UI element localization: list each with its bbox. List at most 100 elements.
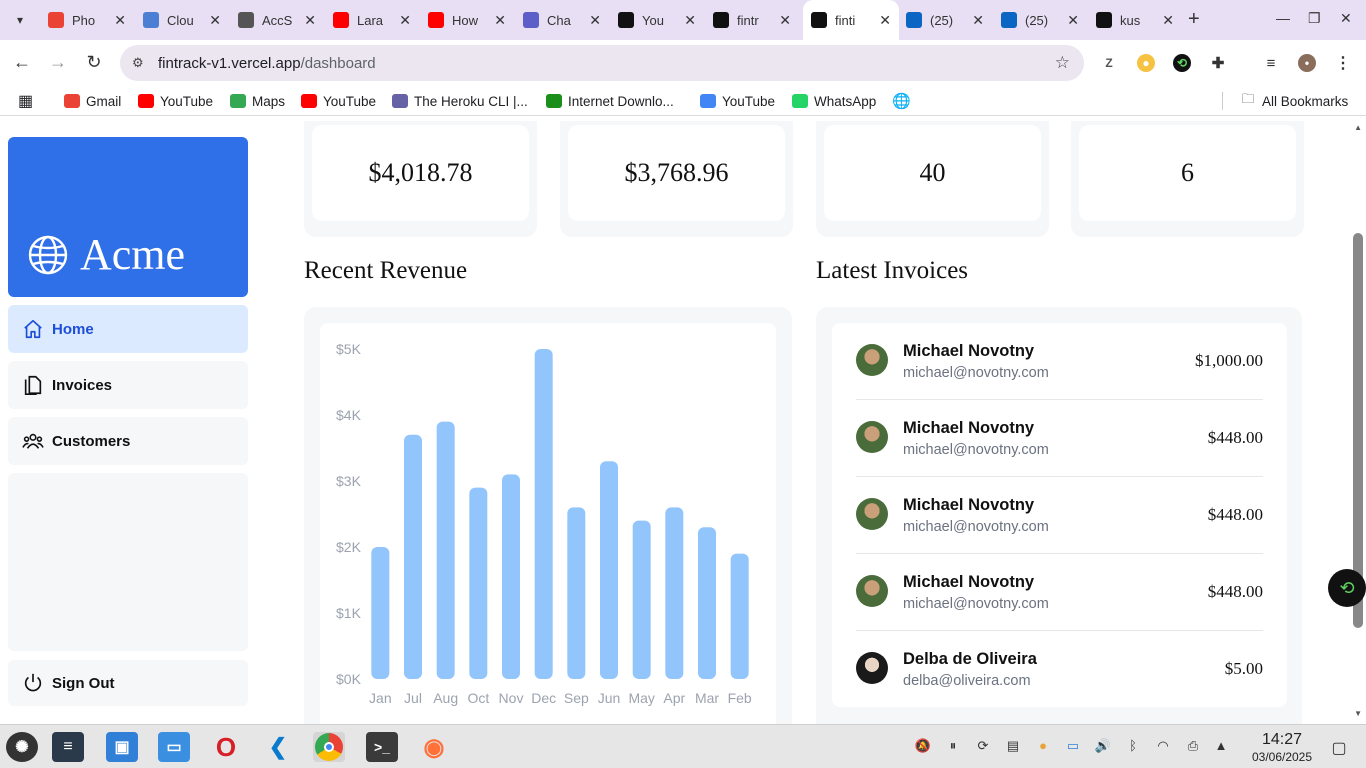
printer-icon[interactable]: ⎙ (1184, 738, 1202, 756)
bookmark-item[interactable]: Gmail (64, 92, 121, 110)
scrollbar-thumb[interactable] (1353, 233, 1363, 628)
browser-tab[interactable]: (25) ✕ (993, 6, 1087, 34)
tab-close-icon[interactable]: ✕ (589, 12, 601, 29)
acme-logo-box[interactable]: Acme (8, 137, 248, 297)
tab-close-icon[interactable]: ✕ (972, 12, 984, 29)
volume-icon[interactable]: 🔊 (1094, 738, 1112, 756)
globe-bookmark-icon[interactable]: 🌐 (892, 92, 911, 110)
x-tick-label: Nov (499, 690, 524, 706)
browser-tab[interactable]: Lara ✕ (325, 6, 419, 34)
maps-icon (230, 94, 246, 108)
address-bar[interactable]: ⚙ fintrack-v1.vercel.app/dashboard ☆ (120, 45, 1084, 81)
profile-avatar[interactable]: • (1298, 54, 1316, 72)
tray-expand-icon[interactable]: ▲ (1212, 738, 1230, 756)
back-arrow-icon[interactable]: ← (11, 52, 33, 73)
minimize-icon[interactable]: — (1276, 10, 1290, 26)
chat-icon[interactable]: ▭ (1064, 738, 1082, 756)
tab-close-icon[interactable]: ✕ (114, 12, 126, 29)
browser-tab[interactable]: How ✕ (420, 6, 514, 34)
bookmark-item[interactable]: Internet Downlo... (546, 92, 674, 110)
apps-grid-icon[interactable]: ▦ (18, 92, 33, 110)
media-control-icon[interactable]: ≡ (1262, 54, 1280, 72)
page-scrollbar[interactable]: ▲ ▼ (1350, 121, 1366, 724)
url-text[interactable]: fintrack-v1.vercel.app/dashboard (158, 55, 376, 72)
tab-close-icon[interactable]: ✕ (779, 12, 791, 29)
brand-name: Acme (80, 230, 186, 279)
sync-icon[interactable]: ⟳ (974, 738, 992, 756)
bookmark-item[interactable]: WhatsApp (792, 92, 876, 110)
tab-close-icon[interactable]: ✕ (494, 12, 506, 29)
sign-out-button[interactable]: Sign Out (8, 660, 248, 706)
browser-tab[interactable]: fintr ✕ (705, 6, 799, 34)
reload-icon[interactable]: ↻ (83, 52, 105, 73)
tab-close-icon[interactable]: ✕ (1162, 12, 1174, 29)
sidebar-item-customers[interactable]: Customers (8, 417, 248, 465)
tab-close-icon[interactable]: ✕ (304, 12, 316, 29)
chrome-icon[interactable] (313, 732, 345, 762)
settings-sliders-icon[interactable]: ≡ (52, 732, 84, 762)
bookmark-divider (1222, 92, 1223, 110)
bookmark-item[interactable]: Maps (230, 92, 285, 110)
floating-extension-link-icon[interactable]: ⟲ (1328, 569, 1366, 607)
avatar (856, 498, 888, 530)
y-tick-label: $3K (336, 473, 362, 489)
bookmark-item[interactable]: YouTube (700, 92, 775, 110)
pause-icon[interactable]: ⏸ (944, 738, 962, 756)
tab-label: (25) (1025, 12, 1049, 28)
update-icon[interactable]: ● (1034, 738, 1052, 756)
show-desktop-icon[interactable]: ▢ (1330, 738, 1348, 757)
revenue-bar (371, 547, 390, 679)
taskbar-clock[interactable]: 14:27 03/06/2025 (1248, 731, 1316, 764)
browser-tab[interactable]: kus ✕ (1088, 6, 1182, 34)
sidebar-item-home[interactable]: Home (8, 305, 248, 353)
browser-tab[interactable]: AccS ✕ (230, 6, 324, 34)
software-store-icon[interactable]: ▣ (106, 732, 138, 762)
bookmark-item[interactable]: The Heroku CLI |... (392, 92, 528, 110)
opera-icon[interactable]: O (210, 732, 242, 762)
extensions-puzzle-icon[interactable]: ✚ (1209, 54, 1227, 72)
scroll-up-arrow-icon[interactable]: ▲ (1354, 123, 1362, 132)
tab-search-chevron-icon[interactable]: ▾ (8, 8, 32, 32)
extension-z-icon[interactable]: Z (1100, 54, 1118, 72)
browser-tab[interactable]: You ✕ (610, 6, 704, 34)
menu-kebab-icon[interactable]: ⋮ (1334, 54, 1352, 72)
browser-tab[interactable]: Pho ✕ (40, 6, 134, 34)
firefox-icon[interactable]: ◉ (418, 732, 450, 762)
browser-tab[interactable]: (25) ✕ (898, 6, 992, 34)
invoice-amount: $448.00 (1207, 428, 1263, 447)
tab-close-icon[interactable]: ✕ (399, 12, 411, 29)
start-menu-icon[interactable]: ✺ (6, 732, 38, 762)
tab-close-icon[interactable]: ✕ (1067, 12, 1079, 29)
youtube-icon (138, 94, 154, 108)
close-window-icon[interactable]: ✕ (1340, 10, 1352, 27)
bookmark-item[interactable]: YouTube (301, 92, 376, 110)
browser-tab[interactable]: Clou ✕ (135, 6, 229, 34)
invoice-customer-name: Michael Novotny (903, 419, 1035, 437)
bookmark-item[interactable]: YouTube (138, 92, 213, 110)
scroll-down-arrow-icon[interactable]: ▼ (1354, 709, 1362, 718)
file-manager-icon[interactable]: ▭ (158, 732, 190, 762)
tab-close-icon[interactable]: ✕ (209, 12, 221, 29)
y-tick-label: $2K (336, 539, 362, 555)
site-info-icon[interactable]: ⚙ (132, 55, 150, 71)
wifi-icon[interactable]: ◠ (1154, 738, 1172, 756)
sidebar-item-invoices[interactable]: Invoices (8, 361, 248, 409)
vscode-icon[interactable]: ❮ (262, 732, 294, 762)
tab-close-icon[interactable]: ✕ (879, 12, 891, 29)
extension-link-icon[interactable]: ⟲ (1173, 54, 1191, 72)
notifications-muted-icon[interactable]: 🔕 (914, 738, 932, 756)
restore-icon[interactable]: ❐ (1308, 10, 1321, 27)
bluetooth-icon[interactable]: ᛒ (1124, 738, 1142, 756)
tab-label: Lara (357, 12, 384, 28)
browser-tab[interactable]: finti ✕ (803, 0, 899, 40)
tab-close-icon[interactable]: ✕ (684, 12, 696, 29)
bookmark-star-icon[interactable]: ☆ (1055, 53, 1070, 73)
tab-label: Cha (547, 12, 571, 28)
new-tab-plus-icon[interactable]: + (1188, 8, 1200, 31)
clipboard-icon[interactable]: ▤ (1004, 738, 1022, 756)
terminal-icon[interactable]: >_ (366, 732, 398, 762)
all-bookmarks[interactable]: 🗀 All Bookmarks (1240, 91, 1348, 110)
extension-cookie-icon[interactable]: ● (1137, 54, 1155, 72)
browser-tab[interactable]: Cha ✕ (515, 6, 609, 34)
forward-arrow-icon[interactable]: → (47, 52, 69, 73)
